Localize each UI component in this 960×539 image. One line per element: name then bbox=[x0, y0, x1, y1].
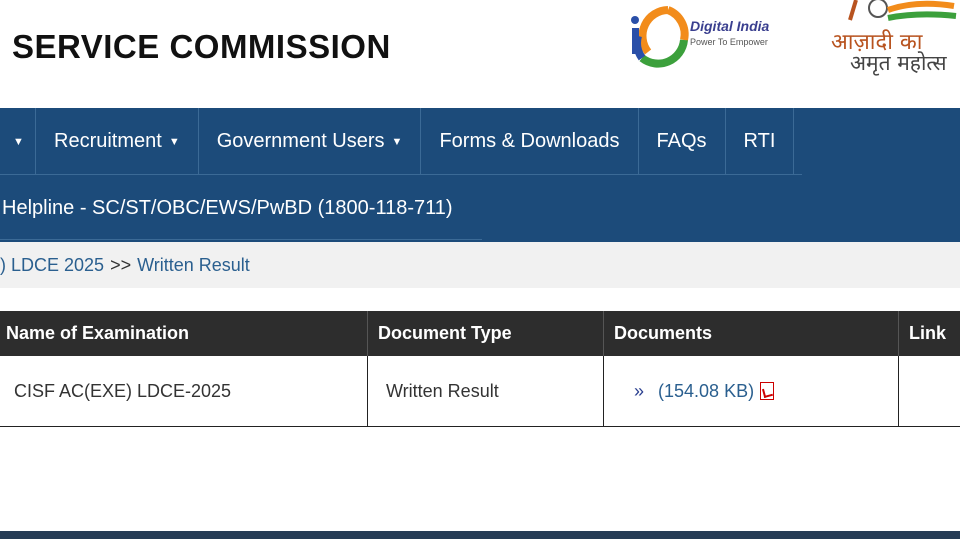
cell-link bbox=[899, 356, 960, 427]
cell-doc-type: Written Result bbox=[368, 356, 604, 427]
breadcrumb: ) LDCE 2025 >> Written Result bbox=[0, 242, 960, 288]
helpline-divider bbox=[0, 239, 482, 240]
caret-down-icon: ▼ bbox=[13, 135, 24, 148]
cell-documents: » (154.08 KB) bbox=[604, 356, 899, 427]
nav-dropdown-partial[interactable]: ▼ bbox=[0, 108, 36, 175]
breadcrumb-parent[interactable]: ) LDCE 2025 bbox=[0, 255, 104, 276]
table-header-documents: Documents bbox=[604, 311, 899, 356]
main-navbar: ▼ Recruitment ▼ Government Users ▼ Forms… bbox=[0, 108, 960, 242]
nav-item-label: FAQs bbox=[656, 130, 707, 152]
table-header-exam: Name of Examination bbox=[0, 311, 368, 356]
cell-exam-name: CISF AC(EXE) LDCE-2025 bbox=[0, 356, 368, 427]
nav-item-label: Forms & Downloads bbox=[439, 130, 620, 152]
nav-item-faqs[interactable]: FAQs bbox=[639, 108, 726, 175]
bullet-marker: » bbox=[634, 380, 645, 401]
nav-item-label: RTI bbox=[743, 130, 776, 152]
pdf-icon[interactable] bbox=[760, 382, 775, 400]
site-header: SERVICE COMMISSION Digital India Power T… bbox=[0, 0, 960, 108]
table-header-link: Link bbox=[899, 311, 960, 356]
site-title: SERVICE COMMISSION bbox=[12, 28, 391, 65]
azadi-text-line2: अमृत महोत्स bbox=[850, 51, 947, 75]
caret-down-icon: ▼ bbox=[168, 135, 180, 148]
nav-item-recruitment[interactable]: Recruitment ▼ bbox=[36, 108, 199, 175]
digital-india-tagline: Power To Empower bbox=[690, 37, 768, 47]
nav-item-label: Recruitment bbox=[54, 130, 162, 152]
digital-india-logo[interactable] bbox=[618, 0, 778, 70]
nav-item-government-users[interactable]: Government Users ▼ bbox=[199, 108, 422, 175]
table-header-doc-type: Document Type bbox=[368, 311, 604, 356]
breadcrumb-separator: >> bbox=[110, 254, 132, 275]
footer-bar bbox=[0, 531, 960, 539]
document-download-link[interactable]: (154.08 KB) bbox=[658, 381, 754, 402]
nav-menu: ▼ Recruitment ▼ Government Users ▼ Forms… bbox=[0, 108, 795, 175]
nav-item-label: Government Users bbox=[216, 130, 385, 152]
nav-item-rti[interactable]: RTI bbox=[726, 108, 795, 175]
nav-item-forms-downloads[interactable]: Forms & Downloads bbox=[421, 108, 639, 175]
caret-down-icon: ▼ bbox=[391, 135, 403, 148]
helpline-link[interactable]: Helpline - SC/ST/OBC/EWS/PwBD (1800-118-… bbox=[0, 175, 480, 241]
digital-india-title: Digital India bbox=[690, 18, 770, 34]
breadcrumb-current: Written Result bbox=[137, 254, 250, 275]
